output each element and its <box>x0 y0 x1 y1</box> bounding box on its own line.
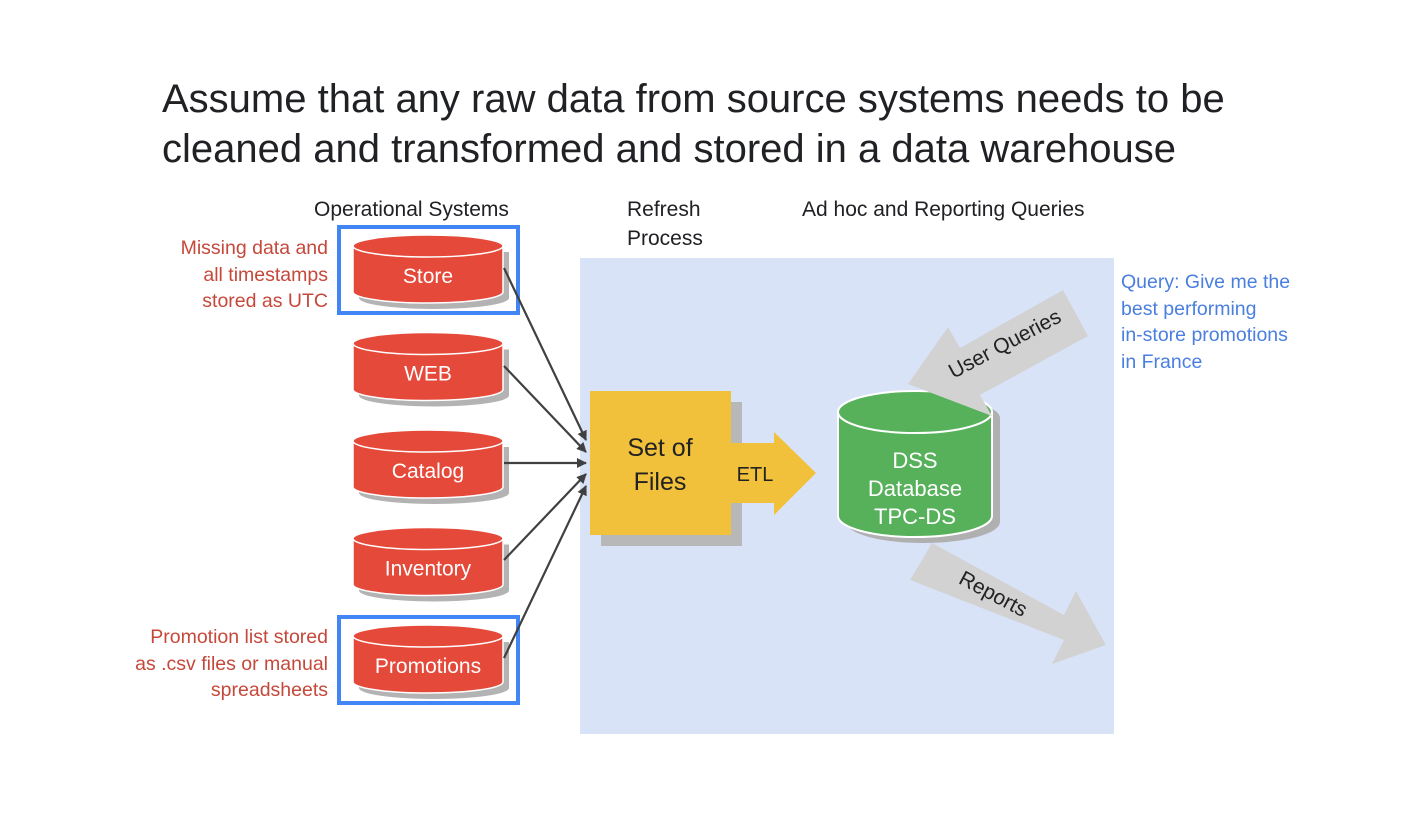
source-label-promotions: Promotions <box>375 655 481 678</box>
source-systems: Store WEB Catalog Inventory Promotions <box>337 225 520 705</box>
files-label-line-2: Files <box>634 468 687 496</box>
connector-promotions <box>503 485 587 659</box>
files-label-line-1: Set of <box>627 434 692 462</box>
source-cylinder-store: Store <box>337 225 520 315</box>
source-label-catalog: Catalog <box>392 460 464 483</box>
connector-store <box>503 267 587 441</box>
source-cylinder-catalog: Catalog <box>352 429 509 504</box>
source-cylinder-promotions: Promotions <box>337 615 520 705</box>
source-cylinder-inventory: Inventory <box>352 526 509 602</box>
db-label-line-2: Database <box>868 476 962 501</box>
db-label-line-3: TPC-DS <box>874 504 956 529</box>
etl-label: ETL <box>737 464 774 486</box>
connector-web <box>503 365 587 453</box>
connector-inventory <box>503 473 587 561</box>
source-cylinder-web: WEB <box>352 331 509 407</box>
data-flow-diagram: Store WEB Catalog Inventory Promotions Set o… <box>337 225 1114 734</box>
source-label-inventory: Inventory <box>385 558 472 581</box>
db-label-line-1: DSS <box>892 448 937 473</box>
set-of-files-box: Set of Files <box>590 391 742 546</box>
source-label-web: WEB <box>404 363 452 386</box>
source-connectors <box>503 267 587 659</box>
dss-database: DSS Database TPC-DS <box>837 390 1000 543</box>
source-label-store: Store <box>403 265 453 288</box>
